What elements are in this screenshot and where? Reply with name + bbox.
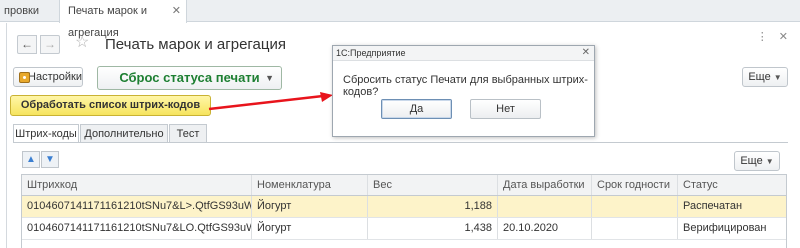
more-button-label: Еще	[748, 71, 771, 83]
tab-barcodes[interactable]: Штрих-коды	[13, 124, 79, 143]
grid-more-button[interactable]: Еще ▼	[734, 151, 780, 171]
more-button[interactable]: Еще ▼	[742, 67, 788, 87]
tab-previous-label: провки	[4, 5, 39, 17]
column-header[interactable]: Срок годности	[592, 175, 678, 195]
weight-cell: 1,438	[368, 218, 498, 239]
dialog-title: 1С:Предприятие	[336, 48, 406, 58]
expiry-cell	[592, 218, 678, 239]
production-date-cell	[498, 196, 592, 217]
tab-previous[interactable]: провки ✕	[0, 0, 44, 22]
close-icon[interactable]: ✕	[582, 46, 590, 60]
chevron-down-icon: ▼	[765, 157, 774, 166]
back-arrow-icon[interactable]: ←	[17, 35, 37, 54]
chevron-down-icon: ▼	[773, 73, 782, 82]
column-header[interactable]: Статус	[678, 175, 786, 195]
item-cell: Йогурт	[252, 196, 368, 217]
reset-print-status-label: Сброс статуса печати	[119, 70, 260, 85]
process-barcodes-button[interactable]: Обработать список штрих-кодов	[10, 95, 211, 116]
barcode-cell: 0104607141171161210tSNu7&L>.QtfGS93uW9K	[22, 196, 252, 217]
window-tab-strip: провки ✕ Печать марок и агрегация ✕	[0, 0, 800, 39]
tab-additional[interactable]: Дополнительно	[80, 124, 168, 143]
grid-more-label: Еще	[740, 155, 763, 167]
confirm-dialog: 1С:Предприятие ✕ Сбросить статус Печати …	[332, 45, 595, 137]
settings-button-label: Настройки	[28, 71, 82, 83]
expiry-cell	[592, 196, 678, 217]
move-up-icon[interactable]: ▲	[22, 151, 40, 168]
table-header: Штрихкод Номенклатура Вес Дата выработки…	[22, 175, 786, 196]
production-date-cell: 20.10.2020	[498, 218, 592, 239]
tab-print-marks[interactable]: Печать марок и агрегация ✕	[59, 0, 187, 39]
reset-print-status-button[interactable]: Сброс статуса печати ▼	[97, 66, 282, 90]
tab-test[interactable]: Тест	[169, 124, 207, 143]
column-header[interactable]: Вес	[368, 175, 498, 195]
window-controls[interactable]: ⋮ ✕	[757, 30, 792, 43]
chevron-down-icon[interactable]: ▼	[265, 67, 274, 89]
red-arrow-line	[208, 94, 324, 111]
barcode-cell: 0104607141171161210tSNu7&LO.QtfGS93uW9K	[22, 218, 252, 239]
dialog-message: Сбросить статус Печати для выбранных штр…	[343, 74, 588, 98]
yes-button[interactable]: Да	[381, 99, 452, 119]
table-row[interactable]: 0104607141171161210tSNu7&L>.QtfGS93uW9K …	[22, 196, 786, 218]
close-icon[interactable]: ✕	[172, 0, 181, 22]
process-barcodes-label: Обработать список штрих-кодов	[20, 99, 201, 111]
settings-button[interactable]: Настройки	[13, 67, 83, 87]
star-icon[interactable]: ☆	[75, 32, 89, 52]
tab-underline	[13, 142, 788, 143]
status-cell: Распечатан	[683, 200, 743, 212]
column-header[interactable]: Номенклатура	[252, 175, 368, 195]
table-row[interactable]: 0104607141171161210tSNu7&LO.QtfGS93uW9K …	[22, 218, 786, 240]
page-title: Печать марок и агрегация	[105, 36, 286, 53]
column-header[interactable]: Штрихкод	[22, 175, 252, 195]
forward-arrow-icon[interactable]: →	[40, 35, 60, 54]
status-cell: Верифицирован	[683, 222, 767, 234]
column-header[interactable]: Дата выработки	[498, 175, 592, 195]
gear-icon	[19, 72, 30, 83]
item-cell: Йогурт	[252, 218, 368, 239]
weight-cell: 1,188	[368, 196, 498, 217]
barcodes-table: Штрихкод Номенклатура Вес Дата выработки…	[21, 174, 787, 248]
dialog-titlebar: 1С:Предприятие ✕	[333, 46, 594, 61]
move-down-icon[interactable]: ▼	[41, 151, 59, 168]
red-arrow-annotation	[208, 92, 333, 111]
no-button[interactable]: Нет	[470, 99, 541, 119]
